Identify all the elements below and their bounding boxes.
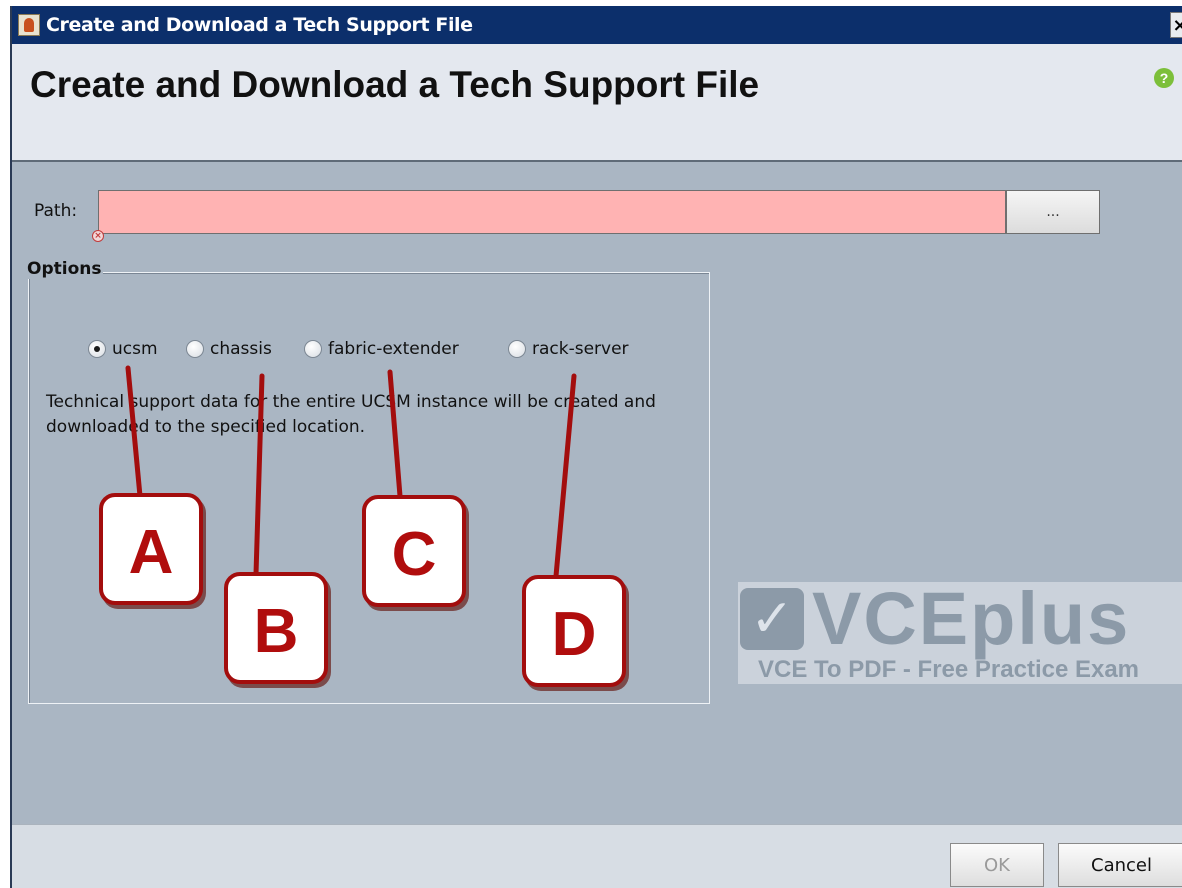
callout-d-label: D — [551, 600, 597, 669]
radio-rack-server-label: rack-server — [532, 339, 629, 359]
radio-button-icon[interactable] — [508, 340, 526, 358]
title-bar[interactable]: Create and Download a Tech Support File … — [12, 6, 1182, 44]
callout-c: C — [362, 495, 466, 607]
dialog-header: Create and Download a Tech Support File … — [12, 44, 1182, 162]
ok-button[interactable]: OK — [950, 843, 1044, 887]
window-title: Create and Download a Tech Support File — [46, 14, 473, 36]
radio-ucsm-label: ucsm — [112, 339, 158, 359]
callout-a-label: A — [128, 518, 174, 587]
radio-button-icon[interactable] — [186, 340, 204, 358]
cancel-button[interactable]: Cancel — [1058, 843, 1182, 887]
radio-chassis-label: chassis — [210, 339, 272, 359]
callout-b: B — [224, 572, 328, 684]
options-legend: Options — [25, 259, 104, 279]
java-cup-icon — [18, 14, 40, 36]
radio-button-selected-icon[interactable] — [88, 340, 106, 358]
callout-b-label: B — [253, 597, 299, 666]
help-icon[interactable]: ? — [1154, 68, 1174, 88]
page-title: Create and Download a Tech Support File — [30, 64, 760, 105]
path-input[interactable] — [98, 190, 1006, 234]
radio-button-icon[interactable] — [304, 340, 322, 358]
radio-fabric-extender-label: fabric-extender — [328, 339, 459, 359]
callout-d: D — [522, 575, 626, 687]
callout-a: A — [99, 493, 203, 605]
option-description: Technical support data for the entire UC… — [46, 392, 656, 437]
callout-c-label: C — [391, 520, 437, 589]
path-label: Path: — [34, 201, 78, 221]
dialog-footer: OK Cancel — [12, 824, 1182, 888]
close-icon[interactable]: × — [1170, 12, 1182, 38]
error-icon: × — [92, 230, 104, 242]
browse-button[interactable]: ... — [1006, 190, 1100, 234]
